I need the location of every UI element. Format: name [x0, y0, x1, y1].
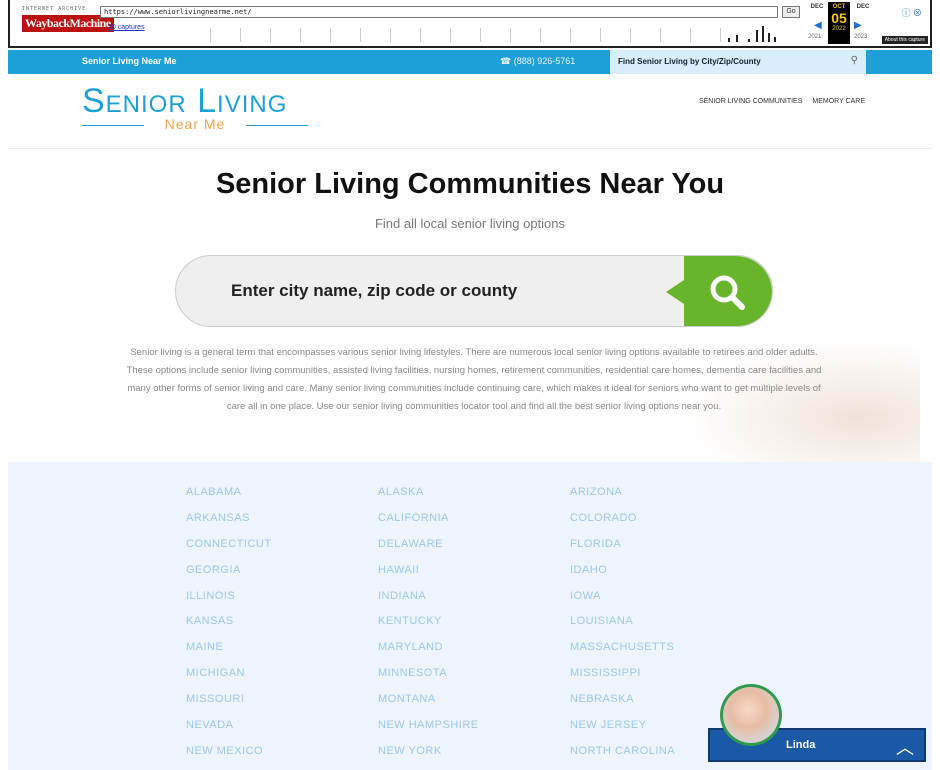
magnifier-icon [710, 275, 745, 310]
header-divider [8, 148, 932, 149]
state-link[interactable]: MICHIGAN [186, 667, 272, 693]
logo-main-text: Senior Living [82, 82, 288, 120]
states-column-2: ALASKA CALIFORNIA DELAWARE HAWAII INDIAN… [378, 486, 479, 770]
wayback-current-year: 2022 [832, 26, 846, 32]
phone-icon: ☎ [500, 56, 514, 66]
state-link[interactable]: CALIFORNIA [378, 512, 479, 538]
top-bar: Senior Living Near Me ☎ (888) 926-5761 F… [8, 50, 932, 74]
state-link[interactable]: NEW MEXICO [186, 745, 272, 770]
nav-item-memory-care[interactable]: MEMORY CARE [812, 98, 865, 105]
state-link[interactable]: NEW HAMPSHIRE [378, 719, 479, 745]
search-button[interactable] [666, 256, 772, 326]
state-link[interactable]: GEORGIA [186, 564, 272, 590]
wayback-prev-month[interactable]: DEC [806, 4, 828, 10]
state-link[interactable]: DELAWARE [378, 538, 479, 564]
wayback-next-arrow-icon[interactable]: ▶ [854, 20, 862, 31]
states-column-3: ARIZONA COLORADO FLORIDA IDAHO IOWA LOUI… [570, 486, 675, 770]
state-link[interactable]: MAINE [186, 641, 272, 667]
state-link[interactable]: HAWAII [378, 564, 479, 590]
topbar-search-placeholder: Find Senior Living by City/Zip/County [618, 57, 761, 66]
wayback-current-day: 05 [831, 10, 847, 26]
logo-sub-text: Near Me [82, 116, 308, 132]
wayback-prev-arrow-icon[interactable]: ◀ [814, 20, 822, 31]
state-link[interactable]: KANSAS [186, 615, 272, 641]
state-link[interactable]: MASSACHUSETTS [570, 641, 675, 667]
intro-paragraph: Senior living is a general term that enc… [126, 347, 822, 412]
location-search-input[interactable]: Enter city name, zip code or county [175, 255, 773, 327]
close-icon[interactable]: ⊗ [913, 8, 922, 18]
state-link[interactable]: MISSOURI [186, 693, 272, 719]
state-link[interactable]: NEVADA [186, 719, 272, 745]
page-subtitle: Find all local senior living options [374, 216, 566, 231]
site-logo[interactable]: Senior Living Near Me [82, 84, 312, 132]
chat-agent-name: Linda [786, 739, 816, 751]
state-link[interactable]: ALABAMA [186, 486, 272, 512]
wayback-logo-top: INTERNET ARCHIVE [22, 6, 87, 12]
states-section: ALABAMA ARKANSAS CONNECTICUT GEORGIA ILL… [8, 462, 932, 770]
state-link[interactable]: NORTH CAROLINA [570, 745, 675, 770]
wayback-go-button[interactable]: Go [782, 6, 800, 18]
search-icon[interactable]: ⚲ [851, 55, 858, 66]
wayback-share-icons[interactable]: ⓘ ⊗ [901, 6, 922, 19]
states-column-1: ALABAMA ARKANSAS CONNECTICUT GEORGIA ILL… [186, 486, 272, 770]
state-link[interactable]: MARYLAND [378, 641, 479, 667]
state-link[interactable]: CONNECTICUT [186, 538, 272, 564]
main-nav: SENIOR LIVING COMMUNITIES MEMORY CARE [691, 98, 865, 105]
wayback-logo[interactable]: INTERNET ARCHIVE WaybackMachine [22, 6, 114, 36]
state-link[interactable]: MINNESOTA [378, 667, 479, 693]
agent-photo [723, 687, 779, 743]
state-link[interactable]: NEBRASKA [570, 693, 675, 719]
help-icon[interactable]: ⓘ [901, 8, 910, 18]
state-link[interactable]: LOUISIANA [570, 615, 675, 641]
chat-avatar[interactable] [720, 684, 782, 746]
wayback-url-input[interactable]: https://www.seniorlivingnearme.net/ [100, 6, 778, 18]
wayback-prev-year[interactable]: 2021 [808, 34, 821, 40]
state-link[interactable]: ILLINOIS [186, 590, 272, 616]
wayback-captures-link[interactable]: 30 captures [108, 24, 145, 31]
wayback-next-month[interactable]: DEC [852, 4, 874, 10]
topbar-phone-number: (888) 926-5761 [513, 56, 576, 66]
state-link[interactable]: INDIANA [378, 590, 479, 616]
state-link[interactable]: ARKANSAS [186, 512, 272, 538]
chevron-up-icon[interactable]: ︿ [896, 734, 914, 760]
state-link[interactable]: NEW YORK [378, 745, 479, 770]
state-link[interactable]: ALASKA [378, 486, 479, 512]
state-link[interactable]: IDAHO [570, 564, 675, 590]
state-link[interactable]: COLORADO [570, 512, 675, 538]
wayback-sparkline[interactable] [200, 22, 800, 42]
state-link[interactable]: FLORIDA [570, 538, 675, 564]
state-link[interactable]: MONTANA [378, 693, 479, 719]
state-link[interactable]: KENTUCKY [378, 615, 479, 641]
topbar-search-field[interactable]: Find Senior Living by City/Zip/County ⚲ [610, 50, 866, 74]
state-link[interactable]: MISSISSIPPI [570, 667, 675, 693]
state-link[interactable]: IOWA [570, 590, 675, 616]
state-link[interactable]: NEW JERSEY [570, 719, 675, 745]
wayback-current-date: OCT 05 2022 [828, 2, 850, 44]
search-placeholder: Enter city name, zip code or county [231, 281, 518, 300]
topbar-phone-link[interactable]: ☎ (888) 926-5761 [500, 56, 575, 67]
wayback-about-link[interactable]: About this capture [881, 36, 928, 44]
wayback-toolbar: INTERNET ARCHIVE WaybackMachine https://… [8, 0, 932, 48]
nav-item-senior-living[interactable]: SENIOR LIVING COMMUNITIES [699, 98, 802, 105]
state-link[interactable]: ARIZONA [570, 486, 675, 512]
page-title: Senior Living Communities Near You [215, 168, 725, 200]
topbar-brand-link[interactable]: Senior Living Near Me [82, 56, 177, 66]
wayback-next-year[interactable]: 2023 [854, 34, 867, 40]
